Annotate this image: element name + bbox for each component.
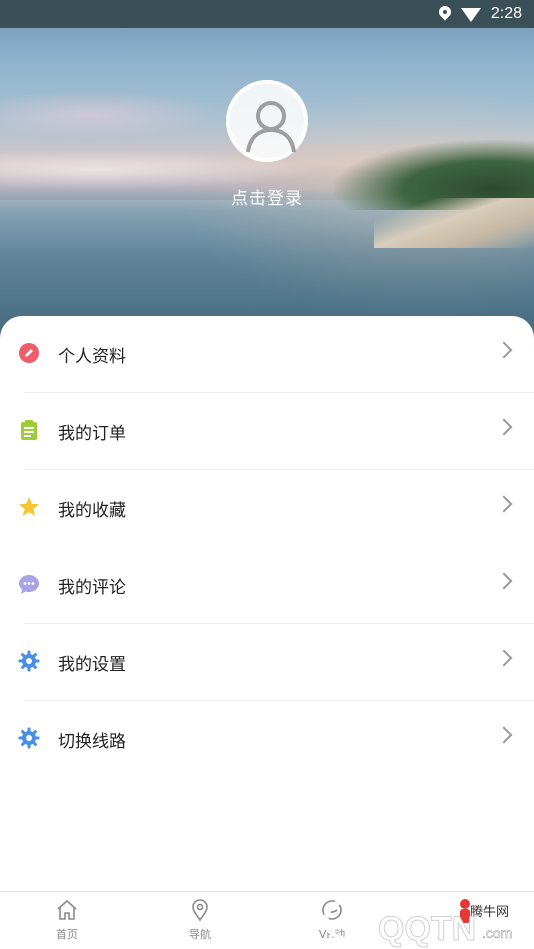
watermark-site: QQTN (378, 910, 476, 948)
login-link[interactable]: 点击登录 (0, 184, 534, 209)
qqtn-logo-icon: 腾牛网 QQTN .com (323, 897, 513, 949)
watermark-tld: .com (482, 925, 512, 941)
menu-item-label: 我的设置 (58, 655, 126, 675)
user-avatar-icon[interactable] (226, 80, 308, 162)
gear-icon (18, 650, 40, 672)
site-watermark: 腾牛网 QQTN .com (320, 890, 534, 949)
status-bar: 2:28 (0, 0, 534, 28)
chevron-right-icon (495, 418, 513, 436)
gear-icon (18, 727, 40, 749)
menu-item-switch-route[interactable]: 切换线路 (0, 701, 534, 778)
user-silhouette-icon (246, 101, 296, 153)
chat-icon (19, 575, 39, 594)
menu-item-orders[interactable]: 我的订单 (0, 393, 534, 470)
map-pin-icon (192, 899, 208, 922)
chevron-right-icon (495, 495, 513, 513)
menu-item-label: 切换线路 (58, 732, 126, 752)
menu-item-settings[interactable]: 我的设置 (0, 624, 534, 701)
clipboard-icon (21, 420, 37, 440)
menu-item-label: 我的订单 (58, 424, 126, 444)
menu-item-comments[interactable]: 我的评论 (0, 547, 534, 624)
nav-navigation[interactable]: 导航 (170, 898, 230, 942)
menu-item-label: 我的评论 (58, 578, 126, 598)
star-icon (19, 497, 39, 516)
sky-cloud (0, 90, 220, 140)
menu-item-profile[interactable]: 个人资料 (0, 316, 534, 393)
menu-item-label: 我的收藏 (58, 501, 126, 521)
nav-navigation-label: 导航 (189, 928, 211, 941)
header-background (0, 0, 534, 340)
location-icon (439, 6, 451, 22)
nav-home-label: 首页 (56, 928, 78, 941)
chevron-right-icon (495, 572, 513, 590)
chevron-right-icon (495, 341, 513, 359)
pencil-icon (19, 343, 39, 363)
wifi-icon (460, 8, 481, 22)
chevron-right-icon (495, 726, 513, 744)
home-icon (57, 899, 77, 920)
menu-item-label: 个人资料 (58, 347, 126, 367)
menu-card: 个人资料 我的订单 我的收藏 我的评论 我的设置 切换线路 (0, 316, 534, 891)
chevron-right-icon (495, 649, 513, 667)
nav-home[interactable]: 首页 (37, 898, 97, 942)
status-time: 2:28 (490, 5, 522, 22)
menu-item-favorites[interactable]: 我的收藏 (0, 470, 534, 547)
